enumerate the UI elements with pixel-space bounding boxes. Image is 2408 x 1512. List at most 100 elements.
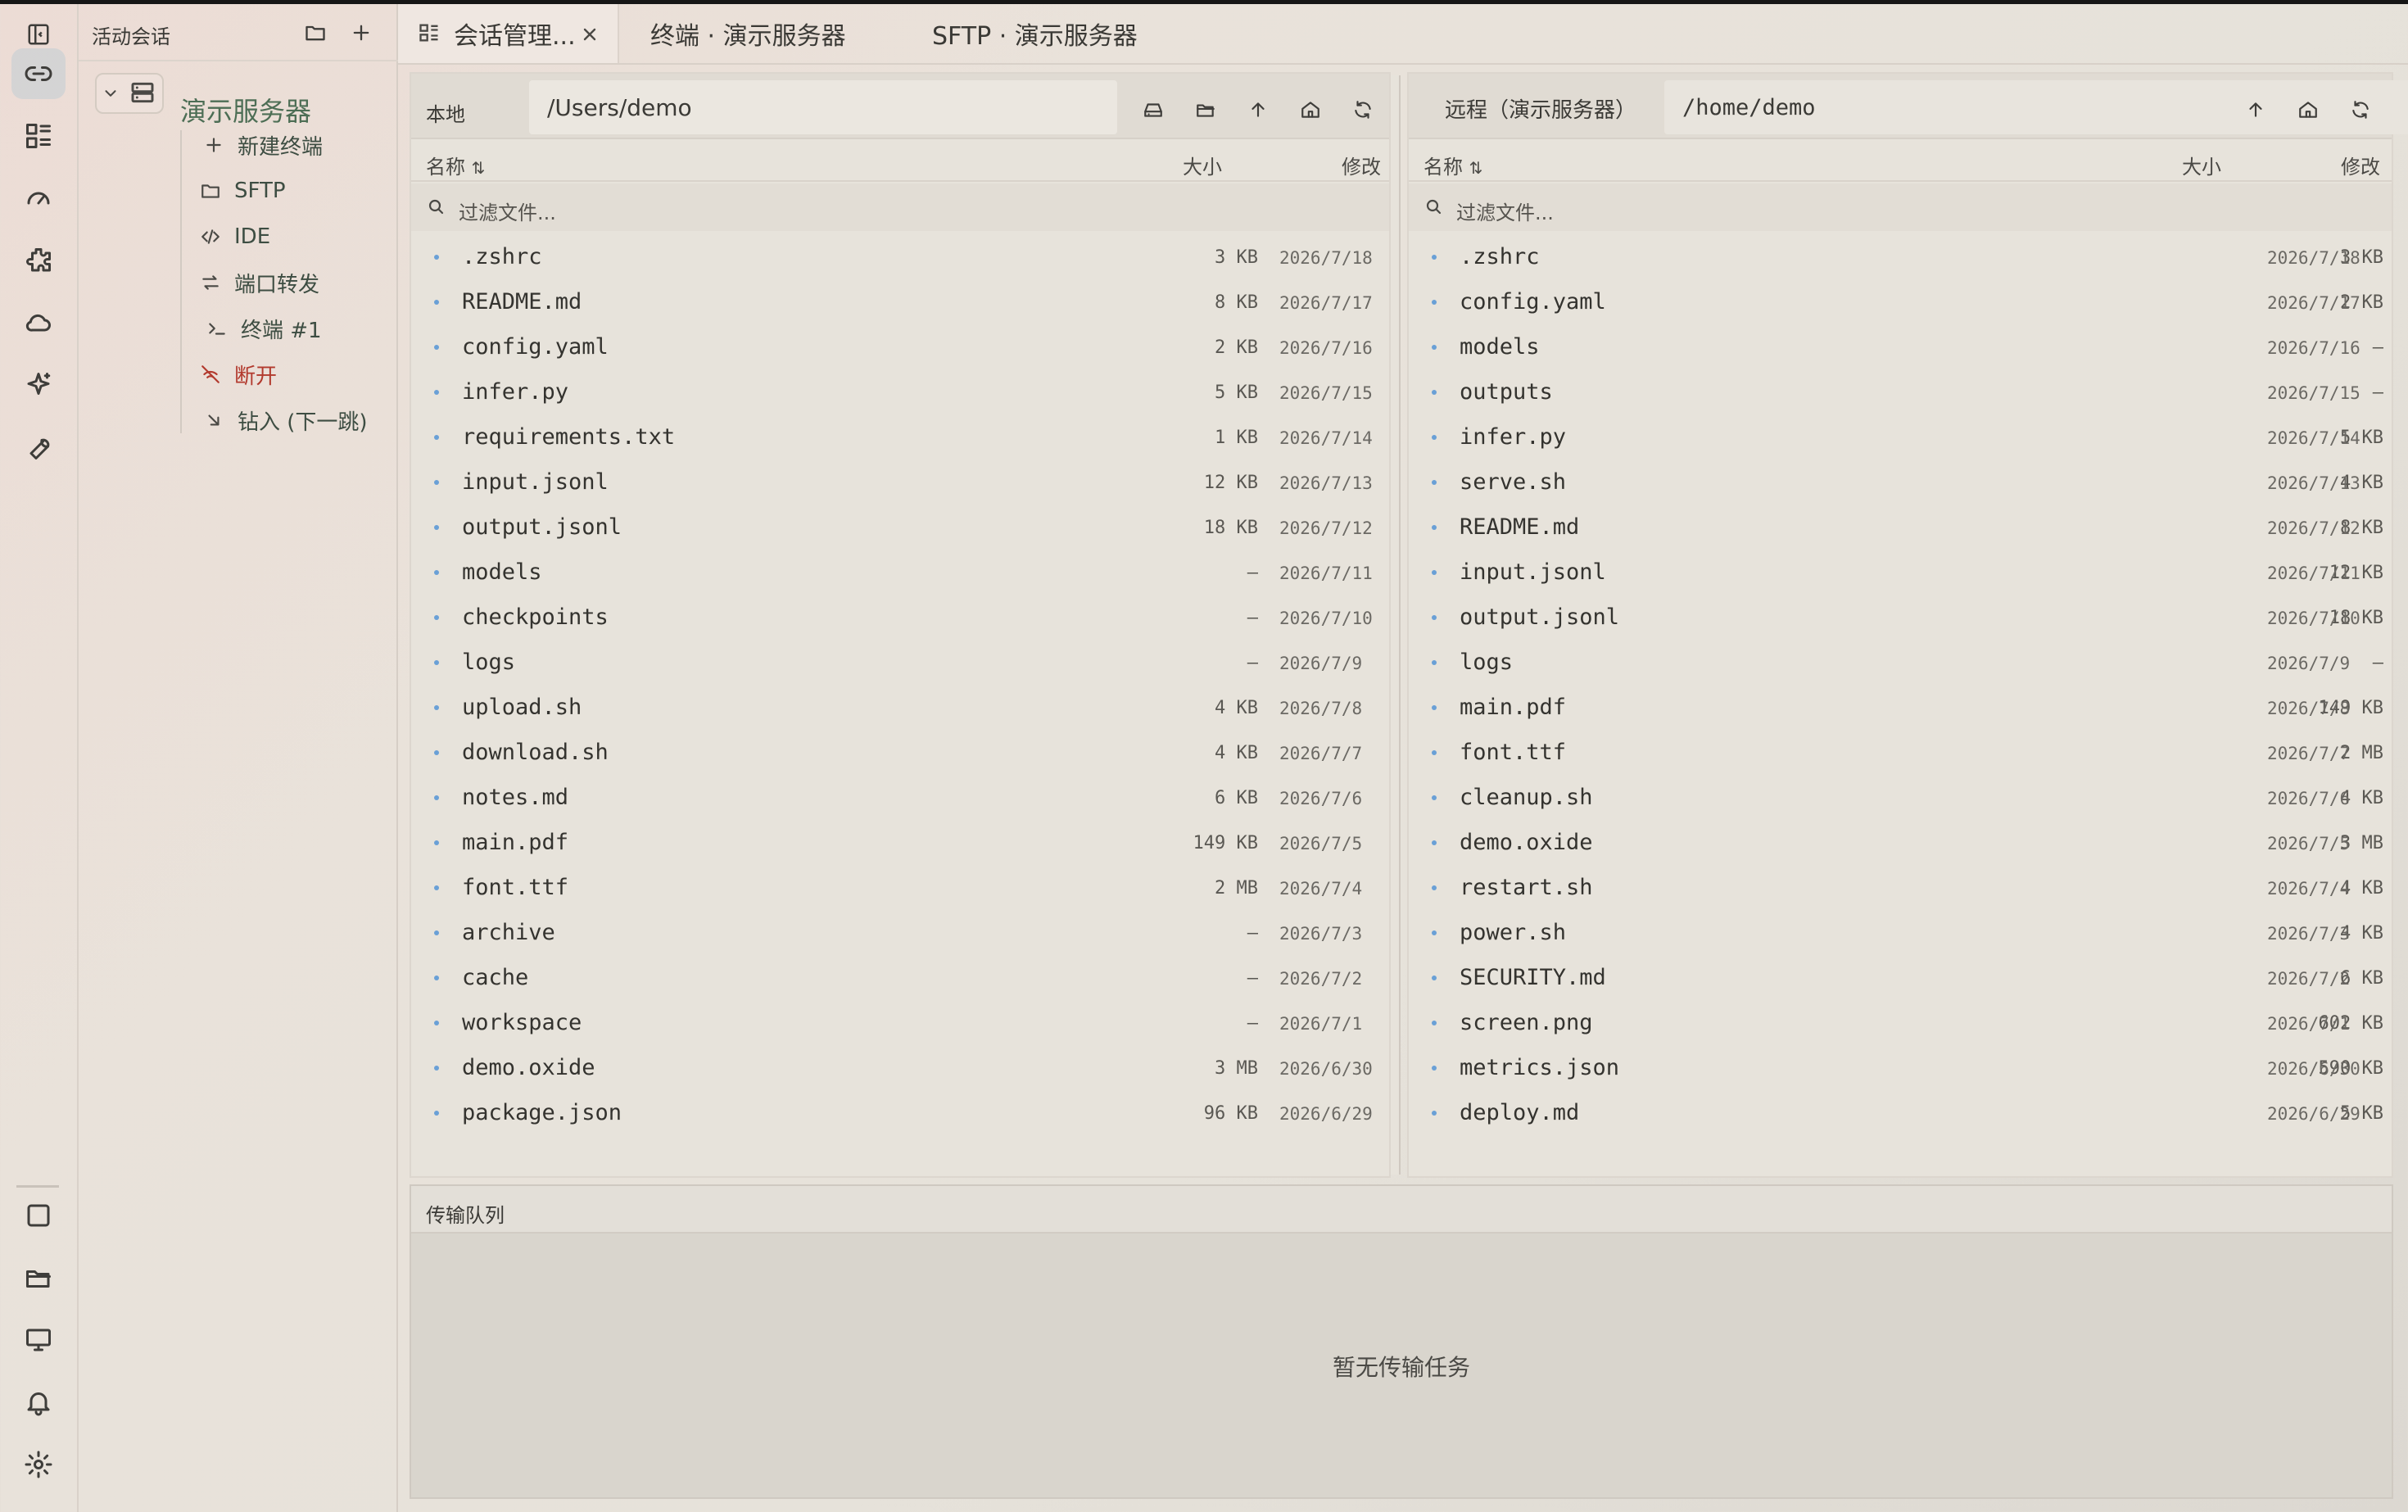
plugin-icon[interactable] <box>11 235 66 286</box>
sparkle-icon[interactable] <box>11 360 66 410</box>
file-row[interactable]: input.jsonl 12 KB 2026/7/11 <box>1409 550 2392 595</box>
file-row[interactable]: package.json 96 KB 2026/6/29 <box>411 1090 1389 1135</box>
file-row[interactable]: demo.oxide 3 MB 2026/7/5 <box>1409 820 2392 865</box>
file-row[interactable]: infer.py 5 KB 2026/7/15 <box>411 369 1389 414</box>
file-row[interactable]: README.md 8 KB 2026/7/12 <box>1409 505 2392 550</box>
connections-icon[interactable] <box>11 48 66 99</box>
file-row[interactable]: .zshrc 3 KB 2026/7/18 <box>411 234 1389 279</box>
file-row[interactable]: download.sh 4 KB 2026/7/7 <box>411 730 1389 775</box>
file-row[interactable]: screen.png 602 KB 2026/7/1 <box>1409 1000 2392 1045</box>
file-row[interactable]: restart.sh 4 KB 2026/7/4 <box>1409 865 2392 910</box>
monitor-icon[interactable] <box>11 1315 66 1365</box>
file-row[interactable]: demo.oxide 3 MB 2026/6/30 <box>411 1045 1389 1090</box>
file-row[interactable]: output.jsonl 18 KB 2026/7/12 <box>411 505 1389 550</box>
wrench-icon[interactable] <box>11 422 66 473</box>
arrow-up-icon[interactable] <box>1242 93 1274 126</box>
file-row[interactable]: main.pdf 149 KB 2026/7/8 <box>1409 685 2392 730</box>
file-row[interactable]: output.jsonl 18 KB 2026/7/10 <box>1409 595 2392 640</box>
folder-open-icon[interactable] <box>11 1252 66 1303</box>
dashboard-icon[interactable] <box>11 111 66 161</box>
bell-icon[interactable] <box>11 1377 66 1428</box>
col-modified-header[interactable]: 修改 <box>2341 151 2380 179</box>
toggle-sidebar-icon[interactable] <box>26 22 51 47</box>
file-bullet-icon <box>434 480 439 485</box>
file-row[interactable]: requirements.txt 1 KB 2026/7/14 <box>411 414 1389 459</box>
local-filter-input[interactable]: 过滤文件... <box>411 183 1389 231</box>
col-modified-header[interactable]: 修改 <box>1342 151 1381 179</box>
file-row[interactable]: font.ttf 2 MB 2026/7/7 <box>1409 730 2392 775</box>
file-name: restart.sh <box>1460 875 1593 900</box>
file-row[interactable]: README.md 8 KB 2026/7/17 <box>411 279 1389 324</box>
file-row[interactable]: notes.md 6 KB 2026/7/6 <box>411 775 1389 820</box>
file-row[interactable]: power.sh 4 KB 2026/7/3 <box>1409 910 2392 955</box>
file-row[interactable]: outputs —2026/7/15 <box>1409 369 2392 414</box>
file-modified-date: 2026/7/5 <box>1279 834 1363 853</box>
file-row[interactable]: models — 2026/7/11 <box>411 550 1389 595</box>
sidebar-item-drill-in[interactable]: 钻入 (下一跳) <box>201 404 368 437</box>
filter-placeholder: 过滤文件... <box>459 201 556 224</box>
pane-splitter[interactable] <box>1391 75 1401 1175</box>
file-row[interactable]: .zshrc 3 KB 2026/7/18 <box>1409 234 2392 279</box>
file-row[interactable]: archive — 2026/7/3 <box>411 910 1389 955</box>
sidebar-item-terminal-1[interactable]: 终端 #1 <box>205 312 322 345</box>
file-row[interactable]: main.pdf 149 KB 2026/7/5 <box>411 820 1389 865</box>
settings-gear-icon[interactable] <box>11 1439 66 1490</box>
terminal-icon <box>205 316 229 341</box>
file-modified-date: 2026/7/7 <box>2267 744 2351 763</box>
file-row[interactable]: cache — 2026/7/2 <box>411 955 1389 1000</box>
remote-file-list: .zshrc 3 KB 2026/7/18 config.yaml 2 KB 2026/7… <box>1409 234 2392 1135</box>
remote-filter-input[interactable]: 过滤文件... <box>1409 183 2392 231</box>
file-row[interactable]: logs —2026/7/9 <box>1409 640 2392 685</box>
arrow-up-icon[interactable] <box>2239 93 2272 126</box>
col-size-header[interactable]: 大小 <box>1183 151 1222 179</box>
col-name-header[interactable]: 名称 ⇅ <box>1424 151 1482 179</box>
file-row[interactable]: input.jsonl 12 KB 2026/7/13 <box>411 459 1389 505</box>
home-icon[interactable] <box>2292 93 2324 126</box>
sidebar-item-ide[interactable]: IDE <box>198 220 270 253</box>
file-row[interactable]: metrics.json 590 KB 2026/6/30 <box>1409 1045 2392 1090</box>
file-row[interactable]: checkpoints — 2026/7/10 <box>411 595 1389 640</box>
file-row[interactable]: upload.sh 4 KB 2026/7/8 <box>411 685 1389 730</box>
file-row[interactable]: serve.sh 4 KB 2026/7/13 <box>1409 459 2392 505</box>
file-modified-date: 2026/7/13 <box>2267 473 2360 493</box>
add-session-icon[interactable] <box>347 19 375 47</box>
file-row[interactable]: infer.py 5 KB 2026/7/14 <box>1409 414 2392 459</box>
drive-icon[interactable] <box>1137 93 1170 126</box>
folder-open-icon[interactable] <box>1189 93 1222 126</box>
sidebar-item-disconnect[interactable]: 断开 <box>198 358 277 391</box>
cloud-icon[interactable] <box>11 297 66 348</box>
sidebar-item-port-forward[interactable]: 端口转发 <box>198 266 319 299</box>
gauge-icon[interactable] <box>11 173 66 224</box>
file-bullet-icon <box>434 660 439 665</box>
square-icon[interactable] <box>11 1190 66 1241</box>
tab-bar: 会话管理... 终端 · 演示服务器 SFTP · 演示服务器 <box>398 4 2408 63</box>
sidebar-item-new-terminal[interactable]: 新建终端 <box>201 129 323 161</box>
local-path-input[interactable]: /Users/demo <box>529 80 1117 134</box>
tab-terminal[interactable]: 终端 · 演示服务器 <box>619 4 898 63</box>
server-node[interactable]: 演示服务器 <box>87 73 390 127</box>
refresh-icon[interactable] <box>2344 93 2377 126</box>
open-folder-icon[interactable] <box>301 19 329 47</box>
tree-guide-line <box>180 130 182 433</box>
file-row[interactable]: config.yaml 2 KB 2026/7/16 <box>411 324 1389 369</box>
file-row[interactable]: deploy.md 5 KB 2026/6/29 <box>1409 1090 2392 1135</box>
file-modified-date: 2026/7/2 <box>1279 969 1363 989</box>
file-modified-date: 2026/7/14 <box>2267 428 2360 448</box>
tab-sftp[interactable]: SFTP · 演示服务器 <box>911 4 1189 63</box>
sidebar-item-sftp[interactable]: SFTP <box>198 174 286 207</box>
tab-session-manager[interactable]: 会话管理... <box>398 4 619 63</box>
col-size-header[interactable]: 大小 <box>2182 151 2221 179</box>
file-row[interactable]: config.yaml 2 KB 2026/7/17 <box>1409 279 2392 324</box>
home-icon[interactable] <box>1294 93 1327 126</box>
file-row[interactable]: models —2026/7/16 <box>1409 324 2392 369</box>
chevron-down-icon[interactable] <box>102 84 120 102</box>
refresh-icon[interactable] <box>1347 93 1379 126</box>
file-row[interactable]: logs —2026/7/9 <box>411 640 1389 685</box>
file-row[interactable]: workspace — 2026/7/1 <box>411 1000 1389 1045</box>
col-name-header[interactable]: 名称 ⇅ <box>426 151 485 179</box>
file-row[interactable]: SECURITY.md 6 KB 2026/7/2 <box>1409 955 2392 1000</box>
search-icon <box>1424 197 1445 218</box>
close-icon[interactable] <box>580 22 601 43</box>
file-row[interactable]: cleanup.sh 4 KB 2026/7/6 <box>1409 775 2392 820</box>
file-row[interactable]: font.ttf 2 MB 2026/7/4 <box>411 865 1389 910</box>
